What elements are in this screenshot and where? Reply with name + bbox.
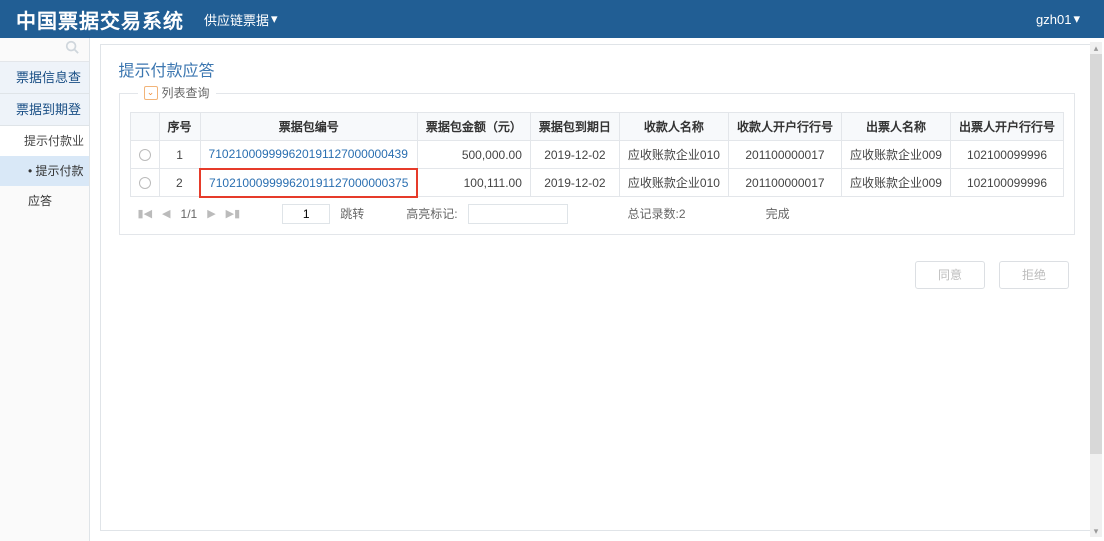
list-query-section: ⌄ 列表查询 序号 票据包编号 票据包金额（元） 票据包到期日 收款人名称 收款… xyxy=(119,93,1075,235)
highlight-label: 高亮标记: xyxy=(406,205,457,222)
cell-idx: 2 xyxy=(159,169,200,197)
pager: ▮◀ ◀ 1/1 ▶ ▶▮ 跳转 高亮标记: 总记录数:2 完成 xyxy=(130,198,1064,224)
pager-first-icon[interactable]: ▮◀ xyxy=(138,207,153,220)
module-dropdown[interactable]: 供应链票据 ▾ xyxy=(204,10,278,29)
scroll-down-icon[interactable]: ▾ xyxy=(1090,525,1102,537)
pager-next-icon[interactable]: ▶ xyxy=(207,207,215,220)
cell-payee-bank: 201100000017 xyxy=(728,169,841,197)
table-row[interactable]: 1710210009999620191127000000439500,000.0… xyxy=(130,141,1063,169)
scroll-up-icon[interactable]: ▴ xyxy=(1090,42,1102,54)
col-drawer: 出票人名称 xyxy=(841,113,950,141)
cell-idx: 1 xyxy=(159,141,200,169)
scroll-thumb[interactable] xyxy=(1090,54,1102,454)
sidebar-item-prompt-payment-biz[interactable]: 提示付款业务 xyxy=(0,126,89,156)
section-title: 列表查询 xyxy=(162,84,210,101)
pager-prev-icon[interactable]: ◀ xyxy=(162,207,170,220)
search-icon[interactable] xyxy=(65,40,79,59)
row-radio[interactable] xyxy=(130,169,159,197)
col-drawer-bank: 出票人开户行行号 xyxy=(950,113,1063,141)
col-payee-bank: 收款人开户行行号 xyxy=(728,113,841,141)
col-idx: 序号 xyxy=(159,113,200,141)
sidebar-item-bill-info-query[interactable]: 票据信息查询 xyxy=(0,62,89,94)
sidebar: 票据信息查询 票据到期登记 提示付款业务 • 提示付款应答 xyxy=(0,38,90,541)
table-header: 序号 票据包编号 票据包金额（元） 票据包到期日 收款人名称 收款人开户行行号 … xyxy=(130,113,1063,141)
main-area: 提示付款应答 ⌄ 列表查询 序号 票据包编号 票据包金额（元） 票据包到期日 xyxy=(90,38,1104,541)
vertical-scrollbar[interactable]: ▴ ▾ xyxy=(1090,42,1102,537)
cell-payee: 应收账款企业010 xyxy=(619,141,728,169)
pager-last-icon[interactable]: ▶▮ xyxy=(226,207,241,220)
page-input[interactable] xyxy=(282,204,330,224)
col-due: 票据包到期日 xyxy=(530,113,619,141)
cell-payee: 应收账款企业010 xyxy=(619,169,728,197)
sidebar-item-bill-due-register[interactable]: 票据到期登记 xyxy=(0,94,89,126)
pager-status: 完成 xyxy=(766,205,790,222)
app-header: 中国票据交易系统 供应链票据 ▾ gzh01 ▾ xyxy=(0,0,1104,38)
action-bar: 同意 拒绝 xyxy=(119,261,1075,289)
sidebar-search-row xyxy=(0,38,89,62)
user-dropdown[interactable]: gzh01 ▾ xyxy=(1036,11,1080,27)
cell-due: 2019-12-02 xyxy=(530,141,619,169)
cell-pkg-no-link[interactable]: 710210009999620191127000000439 xyxy=(200,141,417,169)
total-records: 总记录数:2 xyxy=(628,205,686,222)
col-select xyxy=(130,113,159,141)
reject-button[interactable]: 拒绝 xyxy=(999,261,1069,289)
bill-table: 序号 票据包编号 票据包金额（元） 票据包到期日 收款人名称 收款人开户行行号 … xyxy=(130,112,1064,198)
cell-drawer: 应收账款企业009 xyxy=(841,141,950,169)
col-pkg-no: 票据包编号 xyxy=(200,113,417,141)
col-amount: 票据包金额（元） xyxy=(417,113,530,141)
cell-pkg-no-link[interactable]: 710210009999620191127000000375 xyxy=(200,169,417,197)
pager-info: 1/1 xyxy=(181,207,198,221)
highlight-input[interactable] xyxy=(468,204,568,224)
row-radio[interactable] xyxy=(130,141,159,169)
cell-payee-bank: 201100000017 xyxy=(728,141,841,169)
sidebar-item-prompt-payment-reply[interactable]: • 提示付款应答 xyxy=(0,156,89,186)
agree-button[interactable]: 同意 xyxy=(915,261,985,289)
content-panel: 提示付款应答 ⌄ 列表查询 序号 票据包编号 票据包金额（元） 票据包到期日 xyxy=(100,44,1094,531)
brand-title: 中国票据交易系统 xyxy=(16,5,184,34)
cell-amount: 500,000.00 xyxy=(417,141,530,169)
user-label: gzh01 xyxy=(1036,12,1071,27)
chevron-down-icon: ▾ xyxy=(1073,11,1080,27)
cell-drawer-bank: 102100099996 xyxy=(950,169,1063,197)
section-legend: ⌄ 列表查询 xyxy=(138,84,216,101)
page-title: 提示付款应答 xyxy=(119,57,1075,81)
cell-amount: 100,111.00 xyxy=(417,169,530,197)
cell-drawer: 应收账款企业009 xyxy=(841,169,950,197)
jump-button[interactable]: 跳转 xyxy=(340,205,364,222)
collapse-icon[interactable]: ⌄ xyxy=(144,86,158,100)
table-row[interactable]: 2710210009999620191127000000375100,111.0… xyxy=(130,169,1063,197)
cell-due: 2019-12-02 xyxy=(530,169,619,197)
module-label: 供应链票据 xyxy=(204,10,269,29)
col-payee: 收款人名称 xyxy=(619,113,728,141)
chevron-down-icon: ▾ xyxy=(271,11,278,27)
cell-drawer-bank: 102100099996 xyxy=(950,141,1063,169)
